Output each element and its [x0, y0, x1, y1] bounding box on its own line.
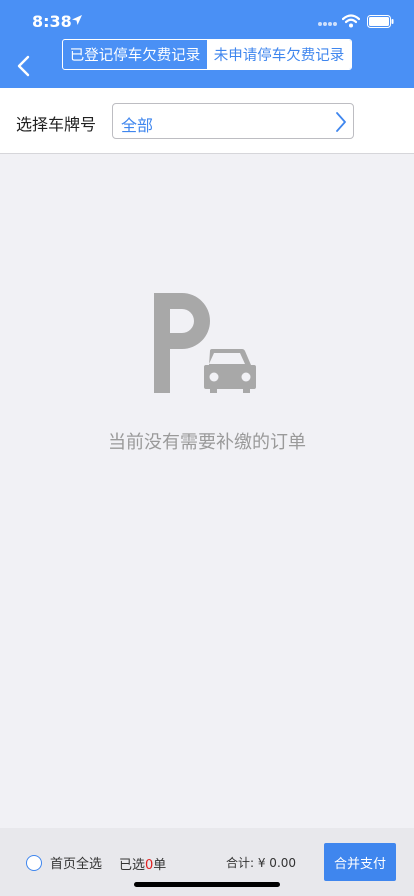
wifi-icon [342, 14, 360, 28]
selected-suffix: 单 [153, 858, 167, 873]
record-type-segmented-control: 已登记停车欠费记录 未申请停车欠费记录 [62, 39, 352, 70]
plate-select-value: 全部 [121, 116, 154, 135]
selected-count: 已选0单 [119, 854, 166, 873]
empty-state-message: 当前没有需要补缴的订单 [108, 432, 306, 453]
status-time: 8:38 [32, 12, 72, 31]
select-all-radio[interactable] [26, 854, 42, 871]
total-amount: 合计: ¥ 0.00 [226, 856, 297, 870]
selected-prefix: 已选 [119, 858, 146, 873]
select-all-toggle[interactable]: 首页全选 [26, 853, 102, 872]
app-header: 8:38 已登记停车欠费记录 未申请停车欠费记录 [0, 0, 414, 88]
plate-number-select[interactable]: 全部 [112, 103, 354, 139]
tab-unapplied-records[interactable]: 未申请停车欠费记录 [207, 40, 351, 69]
select-all-label: 首页全选 [50, 857, 103, 872]
status-bar: 8:38 [0, 0, 414, 44]
back-button[interactable] [8, 44, 38, 88]
chevron-right-icon [336, 112, 346, 132]
home-indicator [134, 882, 280, 887]
battery-icon [367, 15, 394, 28]
cellular-signal-icon [318, 22, 337, 26]
parking-car-icon [154, 293, 256, 393]
plate-filter-label: 选择车牌号 [16, 115, 97, 134]
location-arrow-icon [72, 15, 82, 25]
merge-pay-button[interactable]: 合并支付 [324, 843, 396, 881]
tab-registered-records[interactable]: 已登记停车欠费记录 [63, 40, 207, 69]
chevron-left-icon [17, 55, 30, 77]
